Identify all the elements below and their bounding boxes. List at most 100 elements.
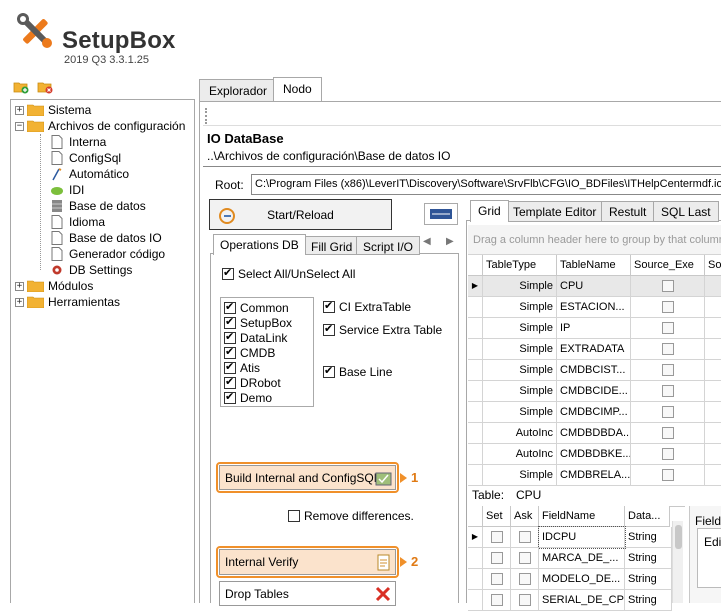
checkbox-icon[interactable] — [323, 364, 335, 378]
tab-scroll-left-icon[interactable]: ◀ — [423, 236, 431, 247]
checkbox-icon[interactable] — [490, 594, 503, 606]
cell-source-exe[interactable] — [631, 318, 705, 339]
cell-set[interactable] — [483, 569, 511, 590]
tree-node-base-de-datos-io[interactable]: Base de datos IO — [51, 230, 162, 246]
cell-tabletype[interactable]: Simple — [483, 381, 557, 402]
column-header-tabletype[interactable]: TableType — [483, 255, 557, 276]
cell-so[interactable] — [705, 423, 721, 444]
build-internal-configsql-button[interactable]: Build Internal and ConfigSQL — [219, 465, 396, 490]
cell-ask[interactable] — [511, 590, 539, 611]
db-item-cmdb[interactable]: CMDB — [224, 345, 275, 360]
cell-source-exe[interactable] — [631, 297, 705, 318]
cell-tabletype[interactable]: Simple — [483, 276, 557, 297]
root-path-input[interactable]: C:\Program Files (x86)\LeverIT\Discovery… — [251, 174, 721, 195]
cell-datatype[interactable]: String — [625, 548, 672, 569]
options-button[interactable] — [424, 203, 458, 225]
base-line-checkbox[interactable]: Base Line — [323, 364, 392, 379]
cell-tabletype[interactable]: Simple — [483, 339, 557, 360]
db-item-drobot[interactable]: DRobot — [224, 375, 281, 390]
cell-datatype[interactable]: String — [625, 569, 672, 590]
db-item-demo[interactable]: Demo — [224, 390, 272, 405]
tab-sql-last[interactable]: SQL Last — [653, 201, 719, 222]
cell-fieldname[interactable]: IDCPU — [538, 526, 626, 549]
cell-tablename[interactable]: CMDBDBKE... — [557, 444, 631, 465]
cell-tabletype[interactable]: Simple — [483, 360, 557, 381]
checkbox-icon[interactable] — [288, 510, 300, 522]
row-indicator[interactable] — [468, 360, 483, 381]
cell-so[interactable] — [705, 381, 721, 402]
cell-so[interactable] — [705, 402, 721, 423]
row-indicator[interactable] — [468, 465, 483, 486]
checkbox-icon[interactable] — [661, 364, 674, 376]
tree-node-idi[interactable]: IDI — [51, 182, 84, 198]
tree-node-modulos[interactable]: + Módulos — [15, 278, 93, 294]
checkbox-icon[interactable] — [323, 299, 335, 313]
checkbox-icon[interactable] — [323, 322, 335, 336]
cell-ask[interactable] — [511, 548, 539, 569]
checkbox-icon[interactable] — [224, 390, 236, 404]
db-item-setupbox[interactable]: SetupBox — [224, 315, 292, 330]
cell-ask[interactable] — [511, 527, 539, 548]
checkbox-icon[interactable] — [222, 266, 234, 280]
tree-node-archivos[interactable]: − Archivos de configuración — [15, 118, 185, 134]
tab-fill-grid[interactable]: Fill Grid — [304, 236, 360, 255]
tab-explorador[interactable]: Explorador — [199, 79, 278, 101]
checkbox-icon[interactable] — [661, 427, 674, 439]
cell-tablename[interactable]: ESTACION... — [557, 297, 631, 318]
checkbox-icon[interactable] — [490, 531, 503, 543]
cell-fieldname[interactable]: SERIAL_DE_CPU — [539, 590, 625, 611]
checkbox-icon[interactable] — [224, 300, 236, 314]
checkbox-icon[interactable] — [518, 573, 531, 585]
checkbox-icon[interactable] — [661, 343, 674, 355]
row-indicator[interactable] — [468, 569, 483, 590]
row-indicator[interactable] — [468, 381, 483, 402]
tree-node-db-settings[interactable]: DB Settings — [51, 262, 132, 278]
cell-source-exe[interactable] — [631, 444, 705, 465]
row-indicator[interactable] — [468, 548, 483, 569]
group-by-hint[interactable]: Drag a column header here to group by th… — [468, 225, 721, 255]
cell-set[interactable] — [483, 590, 511, 611]
cell-so[interactable] — [705, 339, 721, 360]
tree-node-idioma[interactable]: Idioma — [51, 214, 105, 230]
column-header-fieldname[interactable]: FieldName — [539, 506, 625, 527]
cell-source-exe[interactable] — [631, 339, 705, 360]
db-item-common[interactable]: Common — [224, 300, 289, 315]
cell-so[interactable] — [705, 318, 721, 339]
select-all-checkbox[interactable]: Select All/UnSelect All — [222, 266, 355, 281]
checkbox-icon[interactable] — [661, 301, 674, 313]
row-indicator[interactable]: ▶ — [468, 527, 483, 548]
column-header-datatype[interactable]: Data... — [625, 506, 670, 527]
ci-extratable-checkbox[interactable]: CI ExtraTable — [323, 299, 411, 314]
cell-so[interactable] — [705, 360, 721, 381]
cell-tablename[interactable]: CMDBCIST... — [557, 360, 631, 381]
tree-node-interna[interactable]: Interna — [51, 134, 106, 150]
cell-tablename[interactable]: IP — [557, 318, 631, 339]
remove-differences-checkbox[interactable]: Remove differences. — [288, 509, 414, 523]
tab-nodo[interactable]: Nodo — [273, 77, 322, 101]
cell-ask[interactable] — [511, 569, 539, 590]
tree-node-base-de-datos[interactable]: Base de datos — [51, 198, 146, 214]
cell-fieldname[interactable]: MODELO_DE... — [539, 569, 625, 590]
row-indicator[interactable]: ▶ — [468, 276, 483, 297]
cell-source-exe[interactable] — [631, 360, 705, 381]
tab-operations-db[interactable]: Operations DB — [213, 234, 306, 255]
row-indicator[interactable] — [468, 402, 483, 423]
checkbox-icon[interactable] — [661, 469, 674, 481]
service-extra-table-checkbox[interactable]: Service Extra Table — [323, 322, 442, 337]
cell-tabletype[interactable]: Simple — [483, 297, 557, 318]
cell-set[interactable] — [483, 548, 511, 569]
db-item-atis[interactable]: Atis — [224, 360, 260, 375]
checkbox-icon[interactable] — [518, 594, 531, 606]
row-indicator[interactable] — [468, 297, 483, 318]
cell-source-exe[interactable] — [631, 402, 705, 423]
tab-template-editor[interactable]: Template Editor — [505, 201, 605, 222]
tree-node-herramientas[interactable]: + Herramientas — [15, 294, 120, 310]
checkbox-icon[interactable] — [490, 573, 503, 585]
row-indicator[interactable] — [468, 423, 483, 444]
drop-tables-button[interactable]: Drop Tables — [219, 581, 396, 606]
cell-tablename[interactable]: CPU — [557, 276, 631, 297]
checkbox-icon[interactable] — [518, 531, 531, 543]
cell-set[interactable] — [483, 527, 511, 548]
checkbox-icon[interactable] — [224, 330, 236, 344]
tab-scroll-right-icon[interactable]: ▶ — [446, 236, 454, 247]
